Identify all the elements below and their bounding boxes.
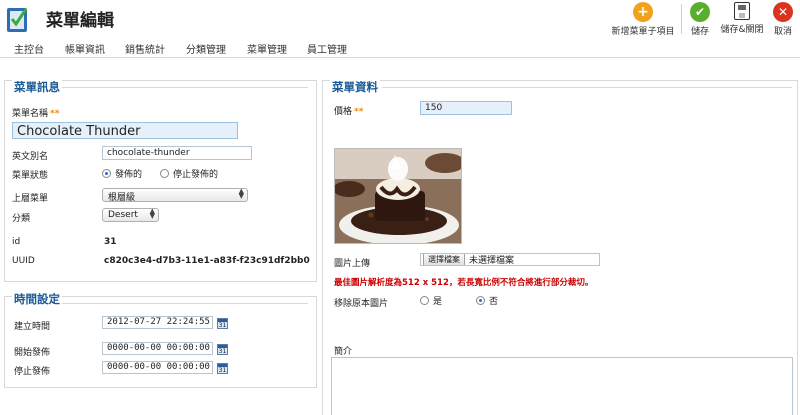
category-label: 分類 <box>12 214 31 224</box>
nav-item-dashboard[interactable]: 主控台 <box>14 41 44 56</box>
uuid-value: c820c3e4-d7b3-11e1-a83f-f23c91df2bb0 <box>104 256 310 266</box>
created-label: 建立時間 <box>14 322 51 332</box>
status-label: 菜單狀態 <box>12 171 49 181</box>
toolbar-divider <box>681 4 682 34</box>
created-input[interactable]: 2012-07-27 22:24:55 <box>102 316 213 329</box>
panel-rule <box>60 87 308 88</box>
required-mark: ** <box>50 109 60 119</box>
floppy-disk-icon <box>734 2 750 20</box>
checkmark-icon: ✔ <box>690 2 710 22</box>
updown-arrow-icon: ▲ ▼ <box>238 187 244 200</box>
parent-select[interactable]: 根層級 ▲ ▼ <box>102 187 248 203</box>
nav-item-sales[interactable]: 銷售統計 <box>125 41 165 56</box>
alias-input[interactable]: chocolate-thunder <box>102 146 252 160</box>
menu-logo-icon <box>7 8 28 32</box>
cancel-label: 取消 <box>773 27 792 37</box>
calendar-icon[interactable]: 31 <box>217 363 228 374</box>
id-value: 31 <box>104 237 117 247</box>
name-input[interactable]: Chocolate Thunder <box>12 122 238 139</box>
add-icon: + <box>633 2 653 22</box>
id-label: id <box>12 237 21 247</box>
menu-data-title: 菜單資料 <box>330 79 380 95</box>
upload-label: 圖片上傳 <box>334 259 371 269</box>
nav-item-menus[interactable]: 菜單管理 <box>247 41 287 56</box>
page-title: 菜單編輯 <box>46 11 114 31</box>
file-picker: 選擇檔案 未選擇檔案 <box>420 253 600 266</box>
radio-selected-icon <box>102 169 111 178</box>
radio-empty-icon <box>420 296 429 305</box>
remove-yes-radio[interactable]: 是 <box>420 294 442 307</box>
nav-item-categories[interactable]: 分類管理 <box>186 41 226 56</box>
uuid-label: UUID <box>12 256 35 266</box>
name-label: 菜單名稱 ** <box>12 109 60 119</box>
new-submenu-button[interactable]: + 新增菜單子項目 <box>611 2 675 37</box>
price-label: 價格 ** <box>334 107 364 117</box>
panel-rule <box>382 87 792 88</box>
panel-rule <box>60 303 308 304</box>
radio-empty-icon <box>160 169 169 178</box>
image-size-warning: 最佳圖片解析度為512 x 512，若長寬比例不符合將進行部分裁切。 <box>334 278 594 288</box>
intro-label: 簡介 <box>334 347 353 357</box>
category-select[interactable]: Desert ▲ ▼ <box>102 208 159 222</box>
required-mark: ** <box>354 107 364 117</box>
app-header: 菜單編輯 + 新增菜單子項目 ✔ 儲存 儲存&關閉 ✕ 取消 <box>0 0 800 38</box>
menu-info-title: 菜單訊息 <box>12 79 62 95</box>
save-close-label: 儲存&關閉 <box>720 25 764 35</box>
status-published-radio[interactable]: 發佈的 <box>102 167 142 180</box>
radio-selected-icon <box>476 296 485 305</box>
alias-label: 英文別名 <box>12 152 49 162</box>
publish-end-label: 停止發佈 <box>14 367 51 377</box>
nav-item-billing[interactable]: 帳單資訊 <box>65 41 105 56</box>
no-file-text: 未選擇檔案 <box>469 256 515 266</box>
save-label: 儲存 <box>690 27 709 37</box>
remove-no-radio[interactable]: 否 <box>476 294 498 307</box>
intro-textarea[interactable] <box>331 357 793 415</box>
dish-photo <box>334 148 462 244</box>
remove-image-label: 移除原本圖片 <box>334 299 389 309</box>
cancel-button[interactable]: ✕ 取消 <box>770 2 796 37</box>
publish-end-input[interactable]: 0000-00-00 00:00:00 <box>102 361 213 374</box>
close-icon: ✕ <box>773 2 793 22</box>
calendar-icon[interactable]: 31 <box>217 318 228 329</box>
updown-arrow-icon: ▲ ▼ <box>149 207 155 220</box>
time-settings-title: 時間設定 <box>12 291 62 307</box>
parent-label: 上層菜單 <box>12 194 49 204</box>
nav-item-staff[interactable]: 員工管理 <box>307 41 347 56</box>
price-input[interactable]: 150 <box>420 101 512 115</box>
dish-photo-image <box>335 149 461 243</box>
choose-file-button[interactable]: 選擇檔案 <box>423 254 465 265</box>
publish-start-input[interactable]: 0000-00-00 00:00:00 <box>102 342 213 355</box>
new-submenu-label: 新增菜單子項目 <box>611 27 675 37</box>
save-close-button[interactable]: 儲存&關閉 <box>717 2 767 35</box>
calendar-icon[interactable]: 31 <box>217 344 228 355</box>
save-button[interactable]: ✔ 儲存 <box>686 2 714 37</box>
main-nav: 主控台 帳單資訊 銷售統計 分類管理 菜單管理 員工管理 <box>0 38 800 58</box>
publish-start-label: 開始發佈 <box>14 348 51 358</box>
status-unpublished-radio[interactable]: 停止發佈的 <box>160 167 218 180</box>
